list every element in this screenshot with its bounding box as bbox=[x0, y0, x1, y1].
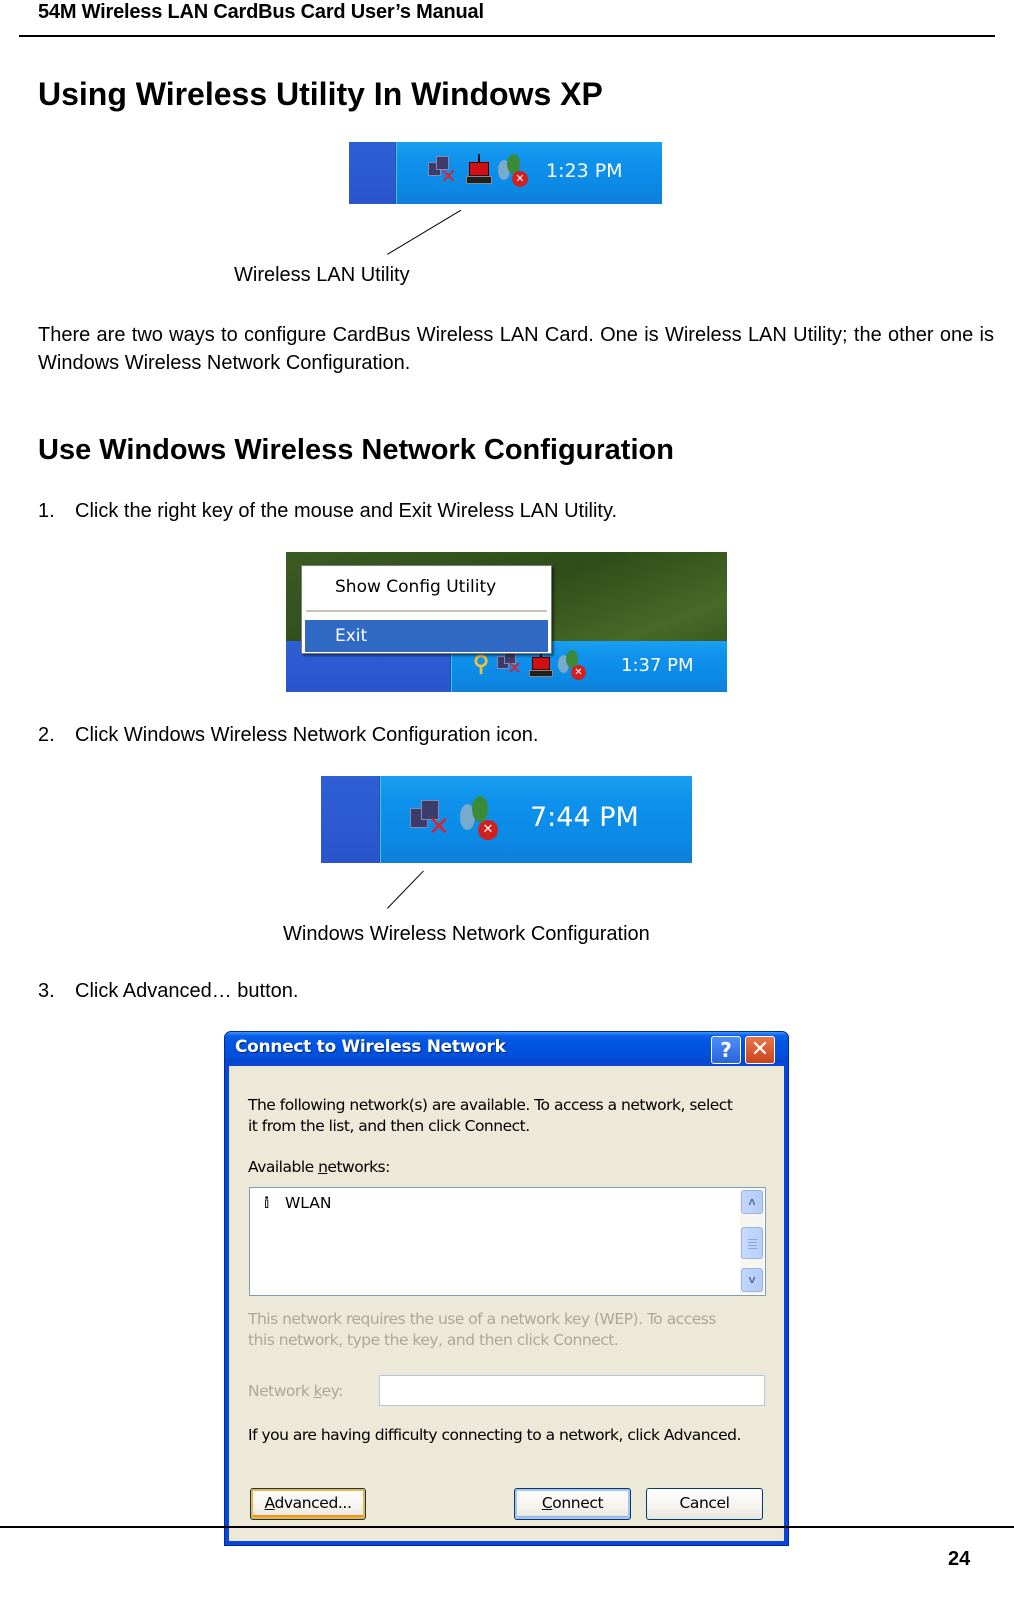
wireless-lan-utility-icon[interactable] bbox=[466, 154, 492, 186]
network-name: WLAN bbox=[284, 1194, 332, 1212]
connect-wireless-dialog: Connect to Wireless Network ? ✕ The foll… bbox=[224, 1031, 789, 1546]
step-text: Click the right key of the mouse and Exi… bbox=[75, 500, 618, 522]
context-menu: Show Config Utility Exit bbox=[301, 565, 552, 654]
header-rule bbox=[19, 35, 995, 37]
connect-button[interactable]: Connect bbox=[514, 1488, 631, 1520]
step-number: 2. bbox=[38, 724, 55, 746]
taskbar-band bbox=[349, 142, 395, 204]
figure-caption: Wireless LAN Utility bbox=[234, 264, 410, 286]
page-number: 24 bbox=[948, 1548, 971, 1570]
msn-messenger-icon[interactable]: ✕ bbox=[460, 796, 498, 842]
network-key-label: Network key: bbox=[248, 1382, 343, 1400]
available-networks-label: Available networks: bbox=[248, 1158, 390, 1176]
callout-line bbox=[387, 209, 462, 255]
close-button[interactable]: ✕ bbox=[745, 1036, 775, 1064]
advanced-help-text: If you are having difficulty connecting … bbox=[248, 1426, 741, 1444]
intro-paragraph: There are two ways to configure CardBus … bbox=[38, 324, 994, 374]
step-text: Click Advanced… button. bbox=[75, 980, 299, 1002]
step-1: 1. Click the right key of the mouse and E… bbox=[38, 498, 617, 524]
windows-wireless-network-config-icon[interactable]: ✕ bbox=[410, 800, 450, 842]
taskbar-clock[interactable]: 7:44 PM bbox=[530, 802, 639, 833]
utility-icon[interactable]: ⚲ bbox=[473, 651, 495, 679]
intro-text-line-1: The following network(s) are available. … bbox=[248, 1096, 733, 1114]
step-2: 2. Click Windows Wireless Network Configu… bbox=[38, 722, 538, 748]
taskbar-clock[interactable]: 1:23 PM bbox=[546, 160, 623, 182]
menu-item-show-config-utility[interactable]: Show Config Utility bbox=[305, 572, 548, 602]
step-number: 3. bbox=[38, 980, 55, 1002]
figure-taskbar-2: ✕ ✕ 7:44 PM bbox=[321, 776, 692, 863]
network-key-input[interactable] bbox=[379, 1375, 765, 1406]
available-networks-list[interactable]: 𝕚 WLAN ˄ ˅ bbox=[249, 1187, 766, 1296]
cancel-button[interactable]: Cancel bbox=[646, 1488, 763, 1520]
step-text: Click Windows Wireless Network Configura… bbox=[75, 724, 539, 746]
system-tray: ✕ ✕ 1:23 PM bbox=[395, 142, 662, 204]
network-list-item[interactable]: 𝕚 WLAN bbox=[264, 1194, 331, 1212]
footer-rule bbox=[0, 1526, 1014, 1528]
callout-line bbox=[387, 870, 424, 909]
dialog-title-bar[interactable]: Connect to Wireless Network ? ✕ bbox=[225, 1032, 788, 1064]
menu-item-exit[interactable]: Exit bbox=[305, 620, 548, 652]
running-header: 54M Wireless LAN CardBus Card User’s Man… bbox=[38, 1, 484, 23]
network-disconnected-icon[interactable]: ✕ bbox=[428, 156, 458, 188]
intro-text-line-2: it from the list, and then click Connect… bbox=[248, 1117, 530, 1135]
wep-text-line-2: this network, type the key, and then cli… bbox=[248, 1331, 619, 1349]
scroll-down-button[interactable]: ˅ bbox=[741, 1268, 763, 1292]
wireless-lan-utility-icon[interactable] bbox=[529, 650, 553, 680]
dialog-title: Connect to Wireless Network bbox=[235, 1037, 506, 1057]
msn-messenger-icon[interactable]: ✕ bbox=[498, 154, 528, 188]
msn-messenger-icon[interactable]: ✕ bbox=[558, 650, 586, 682]
step-3: 3. Click Advanced… button. bbox=[38, 978, 298, 1004]
wireless-antenna-icon: 𝕚 bbox=[264, 1194, 270, 1212]
taskbar-band bbox=[321, 776, 379, 863]
help-button[interactable]: ? bbox=[711, 1036, 741, 1064]
taskbar-clock[interactable]: 1:37 PM bbox=[621, 655, 694, 676]
scroll-up-button[interactable]: ˄ bbox=[741, 1190, 763, 1214]
advanced-button[interactable]: Advanced... bbox=[250, 1488, 366, 1520]
list-scrollbar[interactable]: ˄ ˅ bbox=[740, 1189, 764, 1294]
scroll-thumb[interactable] bbox=[741, 1227, 763, 1259]
section-title: Use Windows Wireless Network Configurati… bbox=[38, 434, 674, 466]
step-number: 1. bbox=[38, 500, 55, 522]
wep-text-line-1: This network requires the use of a netwo… bbox=[248, 1310, 716, 1328]
section-title: Using Wireless Utility In Windows XP bbox=[38, 76, 603, 112]
figure-caption: Windows Wireless Network Configuration bbox=[283, 923, 650, 945]
dialog-body: The following network(s) are available. … bbox=[229, 1066, 784, 1541]
network-disconnected-icon[interactable]: ✕ bbox=[497, 651, 525, 679]
figure-context-menu: ⚲ ✕ ✕ 1:37 PM Show Config Utility Exit bbox=[286, 552, 727, 692]
system-tray: ✕ ✕ 7:44 PM bbox=[379, 776, 692, 863]
figure-taskbar-1: ✕ ✕ 1:23 PM bbox=[349, 142, 662, 204]
menu-separator bbox=[306, 610, 547, 612]
